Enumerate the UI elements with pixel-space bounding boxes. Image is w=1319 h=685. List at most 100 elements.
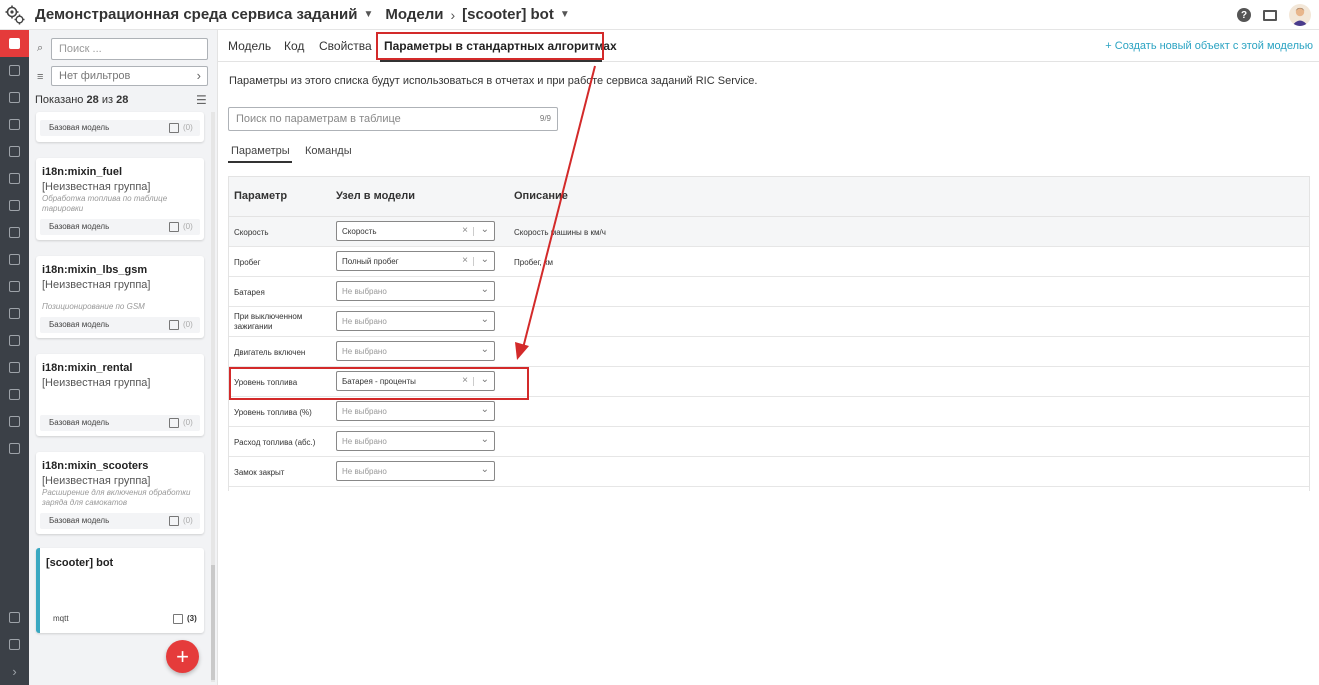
rail-tags-icon[interactable] [0,246,29,273]
caret-down-icon: ▼ [559,9,570,20]
help-icon[interactable]: ? [1237,8,1251,22]
avatar[interactable] [1289,4,1311,26]
card-footer: Базовая модель (0) [40,415,200,431]
sort-options-icon[interactable]: ☰ [196,93,207,107]
wrench-icon [9,639,20,650]
user-icon [9,335,20,346]
rail-hierarchy-icon[interactable] [0,84,29,111]
header-actions: ? [1237,4,1311,26]
breadcrumb-workspace-label: Демонстрационная среда сервиса заданий [35,6,358,23]
checkbox-icon [9,173,20,184]
rail-models-icon[interactable] [0,30,29,57]
rail-signal-icon[interactable] [0,408,29,435]
rail-users-icon[interactable] [0,327,29,354]
left-rail: › [0,30,29,685]
rail-tools-icon[interactable] [0,300,29,327]
rail-events-icon[interactable] [0,138,29,165]
model-card[interactable]: i18n:mixin_fuel [Неизвестная группа] Обр… [36,158,204,240]
rail-tasks-icon[interactable] [0,165,29,192]
count-shown: 28 [86,94,99,106]
signal-icon [9,416,20,427]
card-object-count: (0) [183,516,193,525]
card-description: Обработка топлива по таблице тарировки [42,194,168,213]
filter-value: Нет фильтров [59,70,131,82]
shown-count: Показано 28 из 28 [35,94,128,106]
card-object-count: (0) [183,320,193,329]
model-card[interactable]: i18n:mixin_scooters [Неизвестная группа]… [36,452,204,534]
rail-expand-icon[interactable]: › [0,658,29,685]
count-prefix: Показано [35,94,84,106]
cube-icon [9,38,20,49]
annotation-arrow [515,65,596,360]
rail-wrench-icon[interactable] [0,631,29,658]
card-base-model: Базовая модель [49,516,110,525]
breadcrumb-current-model[interactable]: [scooter] bot ▼ [462,6,570,23]
breadcrumb-current-model-label: [scooter] bot [462,6,554,23]
model-card[interactable]: i18n:mixin_lbs_gsm [Неизвестная группа] … [36,256,204,338]
pen-icon [9,308,20,319]
copy-icon[interactable] [169,516,179,526]
rail-lab-icon[interactable] [0,435,29,462]
card-footer: Базовая модель (0) [40,120,200,136]
card-base-model: Базовая модель [49,418,110,427]
card-footer: Базовая модель (0) [40,317,200,333]
copy-icon[interactable] [169,123,179,133]
calendar-icon [9,119,20,130]
card-object-count: (0) [183,123,193,132]
card-title: i18n:mixin_lbs_gsm [42,264,148,276]
card-description: Расширение для включения обработки заряд… [42,488,191,507]
rail-dashboards-icon[interactable] [0,192,29,219]
frame-icon [9,65,20,76]
rail-objects-icon[interactable] [0,57,29,84]
rail-tables-icon[interactable] [0,219,29,246]
bolt-icon [9,146,20,157]
card-object-count: (0) [183,222,193,231]
copy-icon[interactable] [169,320,179,330]
model-card[interactable]: i18n:mixin_rental [Неизвестная группа] Б… [36,354,204,436]
breadcrumb-workspace[interactable]: Демонстрационная среда сервиса заданий ▼ [35,6,373,23]
model-search-input[interactable]: Поиск ... [51,38,208,60]
chevron-right-icon: › [196,68,201,83]
network-icon [9,281,20,292]
breadcrumb-models[interactable]: Модели [385,6,443,23]
model-card-selected[interactable]: [scooter] bot mqtt (3) [36,548,204,633]
list-scrollbar-thumb[interactable] [211,565,215,680]
card-group: [Неизвестная группа] [42,279,151,291]
rail-integrations-icon[interactable] [0,273,29,300]
card-object-count: (3) [187,614,197,623]
mail-icon[interactable] [1263,9,1277,21]
filter-icon: ≡ [37,71,44,83]
rail-status-icon[interactable] [0,381,29,408]
dashboard-icon [9,200,20,211]
add-model-button[interactable]: + [166,640,199,673]
rail-bottom-group: › [0,604,29,685]
gear-logo-icon[interactable] [0,0,30,30]
hierarchy-icon [9,92,20,103]
document-icon [9,362,20,373]
copy-icon[interactable] [169,222,179,232]
rail-docs-icon[interactable] [0,354,29,381]
copy-icon[interactable] [169,418,179,428]
rail-settings-icon[interactable] [0,604,29,631]
card-title: i18n:mixin_scooters [42,460,149,472]
main-content: Модель Код Свойства Параметры в стандарт… [217,30,1319,685]
card-description: Позиционирование по GSM [42,302,145,311]
rail-calendar-icon[interactable] [0,111,29,138]
card-base-model: Базовая модель [49,320,110,329]
breadcrumb-models-label: Модели [385,6,444,23]
count-of: из [101,94,114,106]
chevron-right-icon: › [450,6,456,23]
flask-icon [9,443,20,454]
model-card[interactable]: Базовая модель (0) [36,112,204,142]
card-title: i18n:mixin_rental [42,362,133,374]
copy-icon[interactable] [173,614,183,624]
card-group: [Неизвестная группа] [42,475,151,487]
settings-icon [9,612,20,623]
tag-icon [9,254,20,265]
count-total: 28 [116,94,129,106]
card-base-model: Базовая модель [49,222,110,231]
card-footer: Базовая модель (0) [40,513,200,529]
card-base-model: Базовая модель [49,123,110,132]
filter-select[interactable]: Нет фильтров › [51,66,208,86]
search-icon: ⌕ [37,42,44,54]
